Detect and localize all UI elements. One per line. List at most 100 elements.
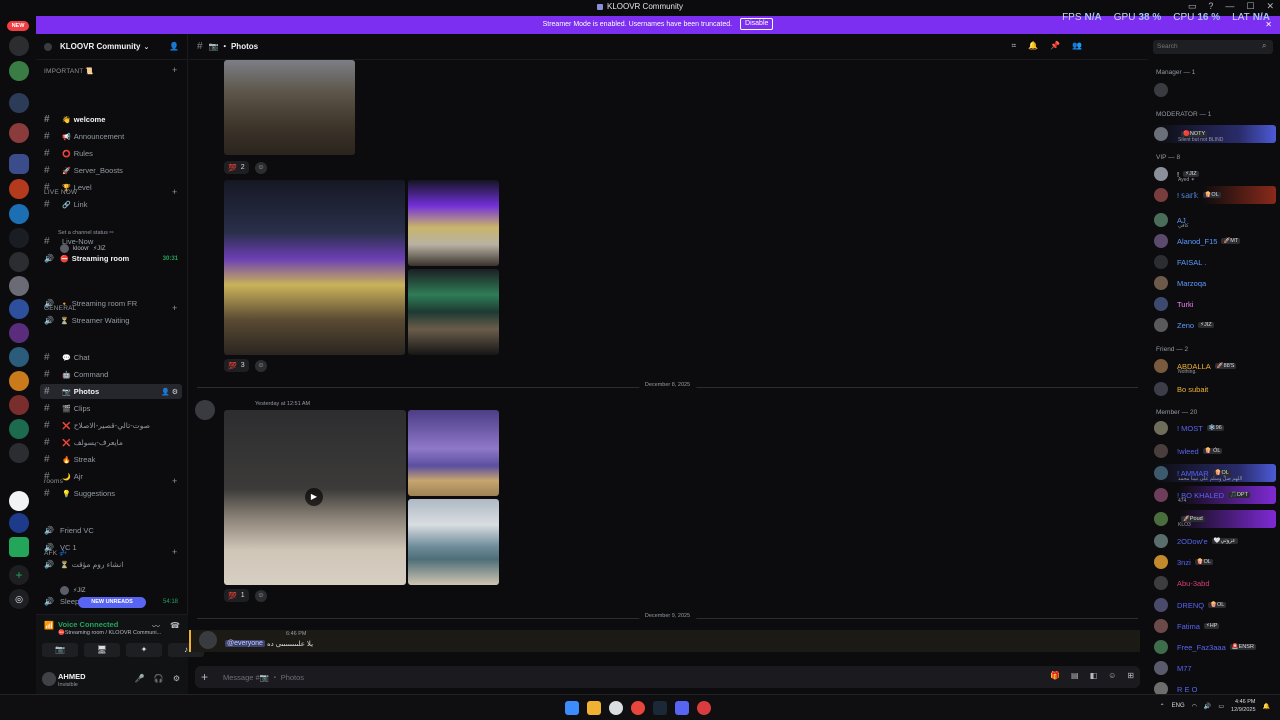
close-button[interactable]: ✕ bbox=[1266, 1, 1274, 12]
channel-item[interactable]: # 📢 Announcement bbox=[40, 129, 182, 144]
channel-item[interactable]: 🔊 ⏳ انشاء روم مؤقت bbox=[40, 557, 182, 572]
add-channel-icon[interactable]: + bbox=[172, 547, 177, 557]
settings-icon[interactable] bbox=[609, 701, 623, 715]
photo-attachment[interactable] bbox=[224, 180, 405, 355]
member-item[interactable]: ! ⚡JIZ Ayed ✶ bbox=[1154, 165, 1276, 183]
file-explorer-icon[interactable] bbox=[587, 701, 601, 715]
screen-share-button[interactable]: 🖥 bbox=[84, 643, 120, 657]
server-icon[interactable] bbox=[9, 204, 29, 224]
gear-icon[interactable]: ⚙ bbox=[173, 674, 180, 683]
channel-item[interactable]: # 🚀 Server_Boosts bbox=[40, 163, 182, 178]
apps-icon[interactable]: ⊞ bbox=[1127, 671, 1134, 680]
chevron-up-icon[interactable]: ⌃ bbox=[1160, 703, 1165, 710]
inbox-icon[interactable]: ▭ bbox=[1188, 1, 1197, 12]
photo-attachment[interactable] bbox=[408, 410, 499, 496]
member-item[interactable]: ! BO KHALED 🎵DPT 474 bbox=[1154, 486, 1276, 504]
reaction[interactable]: 💯 2 bbox=[224, 161, 249, 174]
discover-icon[interactable]: ◎ bbox=[9, 589, 29, 609]
camera-button[interactable]: 📷 bbox=[42, 643, 78, 657]
add-channel-icon[interactable]: + bbox=[172, 65, 177, 75]
emoji-icon[interactable]: ☺ bbox=[1108, 671, 1116, 680]
server-icon[interactable] bbox=[9, 276, 29, 296]
message-composer[interactable]: + Message #📷 ・ Photos 🎁 ▤ ◧ ☺ ⊞ bbox=[195, 666, 1140, 688]
attach-plus-icon[interactable]: + bbox=[201, 670, 208, 684]
steam-icon[interactable] bbox=[653, 701, 667, 715]
guild-header[interactable]: KLOOVR Community ⌄ 👤 bbox=[36, 34, 187, 60]
notifications-icon[interactable]: 🔔 bbox=[1263, 703, 1270, 710]
server-icon[interactable] bbox=[9, 252, 29, 272]
server-icon[interactable] bbox=[9, 179, 29, 199]
member-item[interactable]: Bo subait bbox=[1154, 380, 1276, 398]
category-important[interactable]: IMPORTANT 📜 + bbox=[44, 65, 177, 75]
play-icon[interactable]: ▶ bbox=[305, 488, 323, 506]
pin-icon[interactable]: 📌 bbox=[1050, 41, 1060, 51]
member-item[interactable]: M77 bbox=[1154, 659, 1276, 677]
category-afk[interactable]: AFK 💤 + bbox=[44, 547, 177, 557]
member-item[interactable]: 3nzi 🍿OL bbox=[1154, 553, 1276, 571]
category-rooms[interactable]: rooms + bbox=[44, 476, 177, 486]
channel-item[interactable]: 🔊 ⏳ Streamer Waiting bbox=[40, 313, 182, 328]
member-item[interactable] bbox=[1154, 81, 1276, 99]
wifi-icon[interactable]: ◠ bbox=[1192, 703, 1197, 710]
headphones-icon[interactable]: 🎧 bbox=[154, 674, 164, 683]
member-item[interactable]: ! 𝕤𝕒𝕣𝕜 🍿OL bbox=[1154, 186, 1276, 204]
member-item[interactable]: R E O bbox=[1154, 680, 1276, 694]
microphone-icon[interactable]: 🎤 bbox=[135, 674, 145, 683]
reaction[interactable]: 💯 1 bbox=[224, 589, 249, 602]
noise-suppression-icon[interactable]: 〰 bbox=[152, 621, 160, 632]
add-server-icon[interactable]: + bbox=[9, 565, 29, 585]
avatar[interactable] bbox=[42, 672, 56, 686]
channel-item[interactable]: # 👋 welcome bbox=[40, 112, 182, 127]
server-icon[interactable] bbox=[9, 371, 29, 391]
language-indicator[interactable]: ENG bbox=[1172, 703, 1185, 709]
server-icon[interactable] bbox=[9, 491, 29, 511]
voice-user[interactable]: kloovr ⚡JIZ bbox=[60, 244, 106, 253]
discord-icon[interactable] bbox=[675, 701, 689, 715]
channel-item[interactable]: # 📷 Photos 👤 ⚙ bbox=[40, 384, 182, 399]
member-item[interactable]: ABDALLA 🚀88'S Nothing. bbox=[1154, 357, 1276, 375]
gift-icon[interactable]: 🎁 bbox=[1050, 671, 1060, 680]
member-item[interactable]: 🔴NOTY Silent but not BLIND bbox=[1154, 125, 1276, 143]
photo-attachment[interactable] bbox=[224, 60, 355, 155]
photo-attachment[interactable] bbox=[408, 180, 499, 266]
add-channel-icon[interactable]: + bbox=[172, 187, 177, 197]
clock[interactable]: 4:46 PM 12/9/2025 bbox=[1231, 698, 1255, 714]
member-item[interactable]: Zeno ⚡JIZ bbox=[1154, 316, 1276, 334]
server-icon[interactable] bbox=[9, 93, 29, 113]
voice-status-subtitle[interactable]: ⛔Streaming room / KLOOVR Communi... bbox=[58, 630, 161, 636]
add-channel-icon[interactable]: + bbox=[172, 303, 177, 313]
add-reaction-icon[interactable]: ☺ bbox=[255, 590, 267, 602]
bell-icon[interactable]: 🔔 bbox=[1028, 41, 1038, 51]
avatar[interactable] bbox=[195, 400, 215, 420]
member-item[interactable]: 2ODow'e 🤍عزوتي bbox=[1154, 532, 1276, 550]
channel-item[interactable]: # 🔗 Link bbox=[40, 197, 182, 212]
member-item[interactable]: Free_Faz3aaa 🚨ENSR bbox=[1154, 638, 1276, 656]
member-item[interactable]: Marzoqa bbox=[1154, 274, 1276, 292]
maximize-button[interactable]: ☐ bbox=[1246, 1, 1254, 12]
voice-status-title[interactable]: Voice Connected bbox=[58, 620, 118, 629]
server-icon[interactable] bbox=[9, 123, 29, 143]
volume-icon[interactable]: 🔊 bbox=[1204, 703, 1211, 710]
member-item[interactable]: Turki bbox=[1154, 295, 1276, 313]
add-reaction-icon[interactable]: ☺ bbox=[255, 162, 267, 174]
server-icon[interactable] bbox=[9, 228, 29, 248]
disconnect-icon[interactable]: ☎ bbox=[170, 621, 180, 632]
channel-item[interactable]: # 💡 Suggestions bbox=[40, 486, 182, 501]
minimize-button[interactable]: — bbox=[1225, 1, 1234, 12]
member-item[interactable]: ! AMMAR 🍿OL اللهم صلِّ وسلم على نبينا محمد bbox=[1154, 464, 1276, 482]
composer-placeholder[interactable]: Message #📷 ・ Photos bbox=[223, 672, 304, 683]
server-icon[interactable] bbox=[9, 323, 29, 343]
server-icon[interactable] bbox=[9, 537, 29, 557]
username[interactable]: AHMED bbox=[58, 672, 86, 681]
channel-item[interactable]: # 💬 Chat bbox=[40, 350, 182, 365]
server-icon[interactable] bbox=[9, 513, 29, 533]
photo-attachment[interactable] bbox=[408, 269, 499, 355]
channel-item[interactable]: # 🔥 Streak bbox=[40, 452, 182, 467]
server-icon[interactable] bbox=[9, 36, 29, 56]
new-badge[interactable]: NEW bbox=[7, 21, 29, 31]
category-general[interactable]: GENERAL + bbox=[44, 303, 177, 313]
start-icon[interactable] bbox=[565, 701, 579, 715]
new-unreads-pill[interactable]: NEW UNREADS bbox=[78, 597, 146, 608]
member-item[interactable]: Abu-3abd bbox=[1154, 574, 1276, 592]
server-icon[interactable] bbox=[9, 299, 29, 319]
